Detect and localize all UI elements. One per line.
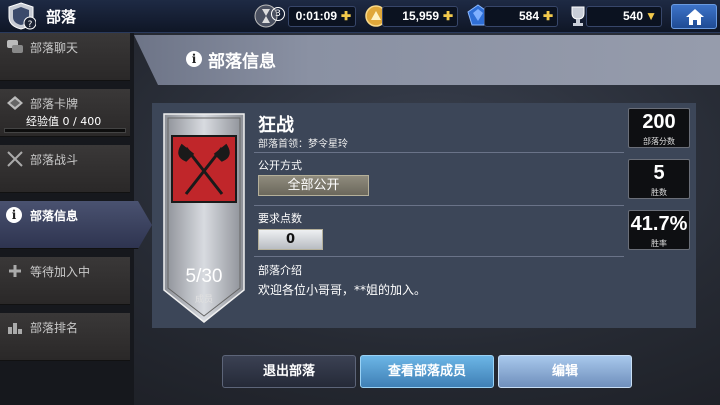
experience-bar — [4, 128, 126, 133]
chat-icon — [7, 40, 23, 53]
home-icon — [686, 9, 704, 25]
gem-value: 584 — [518, 9, 539, 23]
sidebar-item-label: 等待加入中 — [30, 265, 91, 279]
crossed-swords-icon — [7, 151, 23, 167]
clan-shield-icon: ? — [8, 2, 36, 30]
hourglass-count: 3 — [271, 7, 285, 21]
divider — [254, 205, 624, 206]
trophy-value: 540 — [622, 9, 643, 23]
panel-header: i 部落信息 — [134, 35, 720, 85]
win-rate-caption: 胜率 — [651, 239, 667, 248]
gem-plus-icon[interactable]: ✚ — [543, 7, 553, 26]
win-rate-value: 41.7% — [630, 213, 688, 235]
info-icon: i — [6, 207, 22, 223]
divider — [254, 256, 624, 257]
ranking-icon — [8, 323, 22, 334]
sidebar-item-ranking[interactable]: 部落排名 — [0, 313, 130, 361]
public-mode-value: 全部公开 — [258, 175, 369, 196]
sidebar: 部落聊天 部落卡牌 经验值 0 / 400 部落战斗 i 部落信息 等待加入中 … — [0, 33, 152, 405]
gold-counter[interactable]: 15,959 ✚ — [382, 6, 458, 27]
required-points-label: 要求点数 — [258, 212, 302, 225]
wins-value: 5 — [653, 162, 665, 184]
wins-stat: 5 胜数 — [628, 159, 690, 199]
view-members-button[interactable]: 查看部落成员 — [360, 355, 494, 388]
gem-counter[interactable]: 584 ✚ — [484, 6, 558, 27]
clan-score-stat: 200 部落分数 — [628, 108, 690, 148]
win-rate-stat: 41.7% 胜率 — [628, 210, 690, 250]
page-title: 部落 — [46, 8, 77, 26]
member-label: 成员 — [194, 295, 213, 305]
panel-title: 部落信息 — [208, 52, 276, 72]
wins-caption: 胜数 — [651, 188, 667, 197]
plus-icon — [9, 265, 21, 277]
sidebar-item-info[interactable]: i 部落信息 — [0, 201, 152, 249]
gold-plus-icon[interactable]: ✚ — [443, 7, 453, 26]
sidebar-item-cards[interactable]: 部落卡牌 经验值 0 / 400 — [0, 89, 130, 137]
member-count: 5/30 — [185, 266, 223, 287]
public-mode-label: 公开方式 — [258, 159, 302, 172]
divider — [254, 152, 624, 153]
home-button[interactable] — [671, 4, 717, 29]
edit-button[interactable]: 编辑 — [498, 355, 632, 388]
info-icon: i — [186, 51, 202, 67]
sidebar-item-label: 部落战斗 — [30, 153, 79, 167]
timer-display[interactable]: 0:01:09 ✚ — [288, 6, 356, 27]
trophy-counter[interactable]: 540 ▼ — [586, 6, 662, 27]
trophy-dropdown-icon[interactable]: ▼ — [645, 7, 657, 26]
sidebar-item-label: 部落聊天 — [30, 41, 79, 55]
experience-label: 经验值 0 / 400 — [26, 115, 102, 128]
svg-text:?: ? — [28, 20, 33, 30]
sidebar-item-chat[interactable]: 部落聊天 — [0, 33, 130, 81]
clan-intro-text: 欢迎各位小哥哥，**姐的加入。 — [258, 283, 427, 297]
clan-name: 狂战 — [258, 115, 294, 136]
sidebar-item-label: 部落信息 — [30, 209, 79, 223]
cards-icon — [7, 96, 23, 110]
sidebar-item-label: 部落排名 — [30, 321, 79, 335]
timer-plus-icon[interactable]: ✚ — [341, 7, 351, 26]
gold-value: 15,959 — [402, 9, 439, 23]
sidebar-item-battle[interactable]: 部落战斗 — [0, 145, 130, 193]
clan-intro-label: 部落介绍 — [258, 264, 302, 277]
clan-score-caption: 部落分数 — [643, 137, 675, 146]
timer-value: 0:01:09 — [295, 9, 337, 23]
required-points-value: 0 — [258, 229, 323, 250]
quit-clan-button[interactable]: 退出部落 — [222, 355, 356, 388]
sidebar-item-label: 部落卡牌 — [30, 97, 79, 111]
clan-score-value: 200 — [642, 111, 676, 133]
top-bar: ? 部落 3 0:01:09 ✚ 15,959 ✚ 584 ✚ 540 ▼ — [0, 0, 720, 33]
clan-leader: 部落首领：梦令星玲 — [258, 139, 348, 150]
sidebar-item-pending[interactable]: 等待加入中 — [0, 257, 130, 305]
